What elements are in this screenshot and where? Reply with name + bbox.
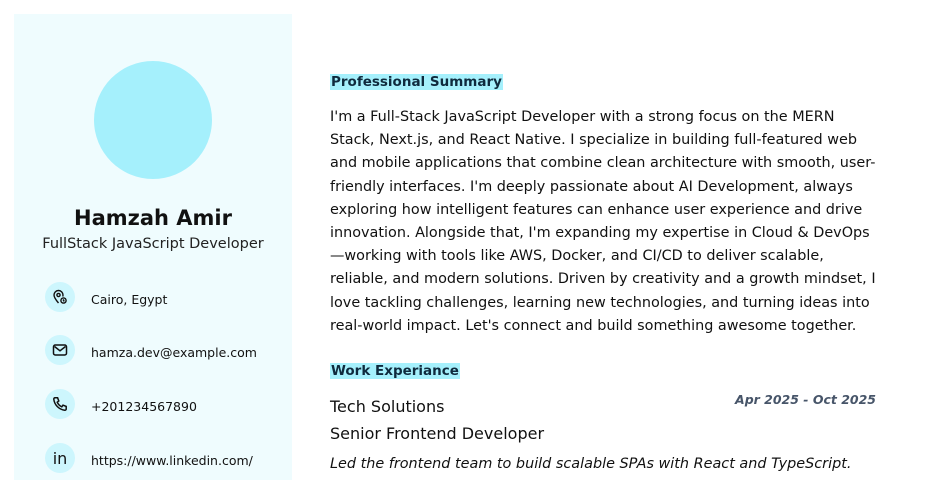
experience-dates: Apr 2025 - Oct 2025 [735, 392, 876, 407]
profile-title: FullStack JavaScript Developer [42, 236, 264, 252]
summary-text: I'm a Full-Stack JavaScript Developer wi… [330, 109, 876, 334]
location-icon [45, 282, 75, 312]
phone-icon [45, 389, 75, 419]
profile-name: Hamzah Amir [74, 206, 232, 230]
summary-heading: Professional Summary [330, 74, 503, 90]
contact-location-text: Cairo, Egypt [91, 292, 168, 307]
contact-email-text[interactable]: hamza.dev@example.com [91, 345, 257, 360]
sidebar: Hamzah Amir FullStack JavaScript Develop… [14, 14, 292, 480]
contact-phone-text[interactable]: +201234567890 [91, 399, 197, 414]
contact-linkedin-text[interactable]: https://www.linkedin.com/ [91, 453, 253, 468]
experience-description: Led the frontend team to build scalable … [330, 456, 852, 472]
contact-linkedin[interactable]: in https://www.linkedin.com/ [45, 443, 285, 473]
experience-heading: Work Experiance [330, 363, 460, 379]
experience-company: Tech Solutions [330, 397, 445, 416]
mail-icon [45, 335, 75, 365]
contact-email[interactable]: hamza.dev@example.com [45, 335, 285, 365]
linkedin-glyph: in [52, 448, 68, 468]
linkedin-icon: in [45, 443, 75, 473]
contact-location: Cairo, Egypt [45, 282, 285, 312]
contact-phone[interactable]: +201234567890 [45, 389, 285, 419]
experience-role: Senior Frontend Developer [330, 424, 545, 443]
avatar [94, 61, 212, 179]
